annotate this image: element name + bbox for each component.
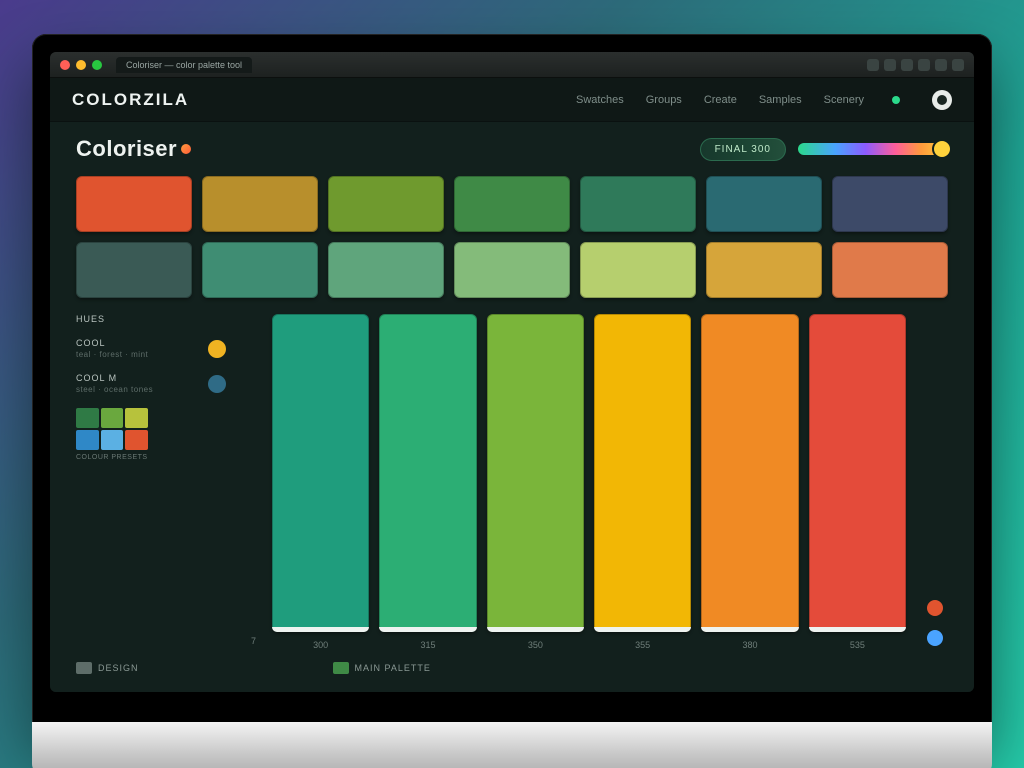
color-dot-icon[interactable] bbox=[208, 340, 226, 358]
brand-logo[interactable]: COLORZILA bbox=[72, 90, 189, 110]
side-group-sub: teal · forest · mint bbox=[76, 350, 148, 359]
extension-icon[interactable] bbox=[935, 59, 947, 71]
preset-swatch[interactable] bbox=[76, 430, 99, 450]
swatch[interactable] bbox=[832, 176, 948, 232]
main-nav: Swatches Groups Create Samples Scenery bbox=[576, 94, 864, 106]
legend-label: DESIGN bbox=[98, 663, 139, 673]
swatch[interactable] bbox=[202, 176, 318, 232]
legend-label: MAIN PALETTE bbox=[355, 663, 431, 673]
tall-swatch[interactable] bbox=[379, 314, 476, 632]
brand-text: COLORZILA bbox=[72, 90, 189, 109]
apple-logo-icon bbox=[501, 734, 523, 760]
swatch[interactable] bbox=[454, 176, 570, 232]
preset-swatch[interactable] bbox=[101, 408, 124, 428]
tall-swatch[interactable] bbox=[594, 314, 691, 632]
nav-swatches[interactable]: Swatches bbox=[576, 94, 624, 106]
swatch[interactable] bbox=[580, 242, 696, 298]
color-dot-icon[interactable] bbox=[927, 630, 943, 646]
screen: Coloriser — color palette tool COLORZILA… bbox=[50, 52, 974, 692]
swatch[interactable] bbox=[706, 176, 822, 232]
nav-scenery[interactable]: Scenery bbox=[824, 94, 864, 106]
swatch[interactable] bbox=[706, 242, 822, 298]
extension-icon[interactable] bbox=[867, 59, 879, 71]
lower-region: HUES COOL teal · forest · mint COOL M st… bbox=[76, 314, 948, 650]
maximize-window-icon[interactable] bbox=[92, 60, 102, 70]
browser-chrome: Coloriser — color palette tool bbox=[50, 52, 974, 78]
axis-tick: 380 bbox=[701, 640, 798, 650]
swatch-grid-row1 bbox=[76, 176, 948, 232]
side-label: HUES bbox=[76, 314, 226, 324]
legend-chip-icon bbox=[76, 662, 92, 674]
preset-swatch[interactable] bbox=[125, 430, 148, 450]
title-row: Coloriser FINAL 300 bbox=[76, 136, 948, 162]
swatch[interactable] bbox=[328, 176, 444, 232]
nav-create[interactable]: Create bbox=[704, 94, 737, 106]
status-dot-icon bbox=[892, 96, 900, 104]
app-header: COLORZILA Swatches Groups Create Samples… bbox=[50, 78, 974, 122]
page-title: Coloriser bbox=[76, 136, 191, 162]
hue-slider[interactable] bbox=[798, 143, 948, 155]
axis-ticks: 300 315 350 355 380 535 bbox=[272, 640, 906, 650]
legend-design: DESIGN bbox=[76, 662, 139, 674]
monitor-frame: Coloriser — color palette tool COLORZILA… bbox=[32, 34, 992, 734]
close-window-icon[interactable] bbox=[60, 60, 70, 70]
color-dot-icon[interactable] bbox=[208, 375, 226, 393]
tall-swatch[interactable] bbox=[809, 314, 906, 632]
swatch[interactable] bbox=[832, 242, 948, 298]
badge-area: FINAL 300 bbox=[700, 138, 948, 161]
swatch-grid-row2 bbox=[76, 242, 948, 298]
color-dot-icon[interactable] bbox=[927, 600, 943, 616]
right-color-dots bbox=[922, 314, 948, 650]
nav-samples[interactable]: Samples bbox=[759, 94, 802, 106]
tall-swatch-area: 300 315 350 355 380 535 bbox=[272, 314, 906, 650]
side-group-title: COOL bbox=[76, 338, 148, 348]
axis-tick: 350 bbox=[487, 640, 584, 650]
side-panel: HUES COOL teal · forest · mint COOL M st… bbox=[76, 314, 226, 650]
axis-tick-left: 7 bbox=[242, 636, 256, 650]
browser-menu-icon[interactable] bbox=[952, 59, 964, 71]
page-title-text: Coloriser bbox=[76, 136, 177, 162]
legend-chip-icon bbox=[333, 662, 349, 674]
window-controls bbox=[60, 60, 102, 70]
tall-swatch[interactable] bbox=[701, 314, 798, 632]
title-accent-icon bbox=[181, 144, 191, 154]
tall-swatch-grid bbox=[272, 314, 906, 632]
side-group-sub: steel · ocean tones bbox=[76, 385, 153, 394]
side-group-coolm[interactable]: COOL M steel · ocean tones bbox=[76, 373, 226, 394]
swatch[interactable] bbox=[454, 242, 570, 298]
preset-swatch[interactable] bbox=[76, 408, 99, 428]
preset-caption: COLOUR PRESETS bbox=[76, 454, 226, 461]
swatch[interactable] bbox=[202, 242, 318, 298]
axis-tick: 535 bbox=[809, 640, 906, 650]
extension-icon[interactable] bbox=[884, 59, 896, 71]
preset-swatch[interactable] bbox=[101, 430, 124, 450]
side-group-title: COOL M bbox=[76, 373, 153, 383]
footer-legend: DESIGN MAIN PALETTE bbox=[76, 662, 948, 674]
axis-tick: 355 bbox=[594, 640, 691, 650]
legend-main: MAIN PALETTE bbox=[333, 662, 431, 674]
swatch[interactable] bbox=[76, 242, 192, 298]
tall-swatch[interactable] bbox=[272, 314, 369, 632]
tall-swatch[interactable] bbox=[487, 314, 584, 632]
minimize-window-icon[interactable] bbox=[76, 60, 86, 70]
preset-swatch[interactable] bbox=[125, 408, 148, 428]
app-body: Coloriser FINAL 300 bbox=[50, 122, 974, 692]
axis-tick: 315 bbox=[379, 640, 476, 650]
extension-icon[interactable] bbox=[901, 59, 913, 71]
side-group-cool[interactable]: COOL teal · forest · mint bbox=[76, 338, 226, 359]
browser-tab[interactable]: Coloriser — color palette tool bbox=[116, 57, 252, 73]
preset-mini-grid bbox=[76, 408, 148, 450]
swatch[interactable] bbox=[328, 242, 444, 298]
browser-toolbar-icons bbox=[867, 59, 964, 71]
swatch[interactable] bbox=[76, 176, 192, 232]
axis-tick: 300 bbox=[272, 640, 369, 650]
swatch[interactable] bbox=[580, 176, 696, 232]
nav-groups[interactable]: Groups bbox=[646, 94, 682, 106]
extension-icon[interactable] bbox=[918, 59, 930, 71]
account-avatar[interactable] bbox=[932, 90, 952, 110]
version-badge: FINAL 300 bbox=[700, 138, 786, 161]
